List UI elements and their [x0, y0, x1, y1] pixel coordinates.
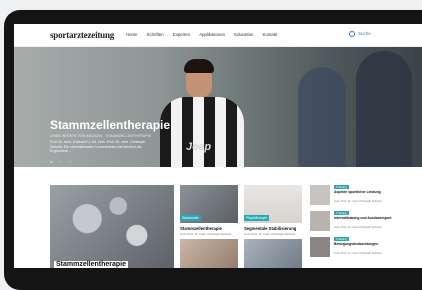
article-author: Univ.-Prof. Dr. med. Christoph Schmitz [244, 232, 296, 236]
article-card[interactable] [244, 239, 302, 268]
featured-article-card[interactable]: Stammzellentherapie [50, 185, 174, 268]
sidebar-article[interactable]: Training Aspekte sportlicher Leistung Un… [310, 185, 400, 207]
category-badge: Training [334, 185, 349, 189]
category-badge: Training [334, 237, 349, 241]
sidebar-article-title: Aspekte sportlicher Leistung [334, 190, 381, 194]
article-title[interactable]: Segmentale Stabilisierung [244, 226, 296, 231]
browser-screen: sportarztezeitung Home Schriften Experte… [14, 24, 422, 268]
jersey-shape [160, 97, 244, 167]
category-badge: Physiotherapie [244, 215, 270, 221]
sidebar-article-title: Intervalltraining und Ausdauersport [334, 216, 392, 220]
nav-item-schriften[interactable]: Schriften [147, 32, 164, 37]
nav-item-education[interactable]: Education [234, 32, 253, 37]
search-icon [349, 31, 355, 37]
sidebar-article-image [310, 237, 330, 257]
category-badge: Stammzelle [180, 215, 201, 221]
background-person-image [356, 51, 412, 167]
sidebar-article-author: Univ.-Prof. Dr. med. Christoph Schmitz [334, 251, 382, 255]
nav-item-experten[interactable]: Experten [173, 32, 190, 37]
article-title[interactable]: Stammzellentherapie [180, 226, 222, 231]
jersey-sponsor-text: Jeep [186, 141, 212, 153]
sidebar-article-title: Bewegungsbeobachtungen [334, 242, 379, 246]
search-button[interactable]: Suche [349, 31, 371, 37]
article-author: Univ.-Prof. Dr. med. Christoph Schmitz [180, 232, 232, 236]
microscopy-image [50, 185, 174, 268]
sidebar-article[interactable]: Training Intervalltraining und Ausdauers… [310, 211, 400, 233]
nav-item-kontakt[interactable]: Kontakt [263, 32, 278, 37]
sidebar-article[interactable]: Training Bewegungsbeobachtungen Univ.-Pr… [310, 237, 400, 259]
featured-article-title: Stammzellentherapie [54, 261, 129, 268]
top-nav: sportarztezeitung Home Schriften Experte… [14, 24, 422, 47]
hero-player-image: Jeep [156, 57, 248, 167]
hero-banner[interactable]: Jeep Stammzellentherapie Links Wissen vo… [14, 47, 422, 167]
nav-links: Home Schriften Experten Applikationen Ed… [126, 32, 285, 37]
article-image [244, 239, 302, 268]
site-logo[interactable]: sportarztezeitung [50, 30, 114, 40]
sidebar-article-author: Univ.-Prof. Dr. med. Christoph Schmitz [334, 199, 382, 203]
article-card[interactable]: Physiotherapie [244, 185, 302, 223]
hero-meta: Links Wissen von Medizin - Stammzellenth… [50, 134, 152, 138]
nav-item-home[interactable]: Home [126, 32, 137, 37]
article-grid: Stammzellentherapie Stammzelle Stammzell… [14, 167, 422, 268]
nav-item-applikationen[interactable]: Applikationen [199, 32, 225, 37]
article-image [180, 239, 238, 268]
article-card[interactable] [180, 239, 238, 268]
sidebar-article-author: Univ.-Prof. Dr. med. Christoph Schmitz [334, 225, 382, 229]
carousel-dots[interactable]: ● ○ ○ [50, 159, 74, 164]
search-label: Suche [358, 31, 371, 37]
sidebar-article-image [310, 185, 330, 205]
sidebar-article-image [310, 211, 330, 231]
player-hair-shape [184, 59, 214, 73]
background-person-image [298, 67, 346, 167]
article-card[interactable]: Stammzelle [180, 185, 238, 223]
category-badge: Training [334, 211, 349, 215]
hero-title[interactable]: Stammzellentherapie [50, 118, 170, 132]
hero-teaser: Prof. Dr. med. Eckhard U. Alt, Univ. Pro… [50, 140, 146, 154]
